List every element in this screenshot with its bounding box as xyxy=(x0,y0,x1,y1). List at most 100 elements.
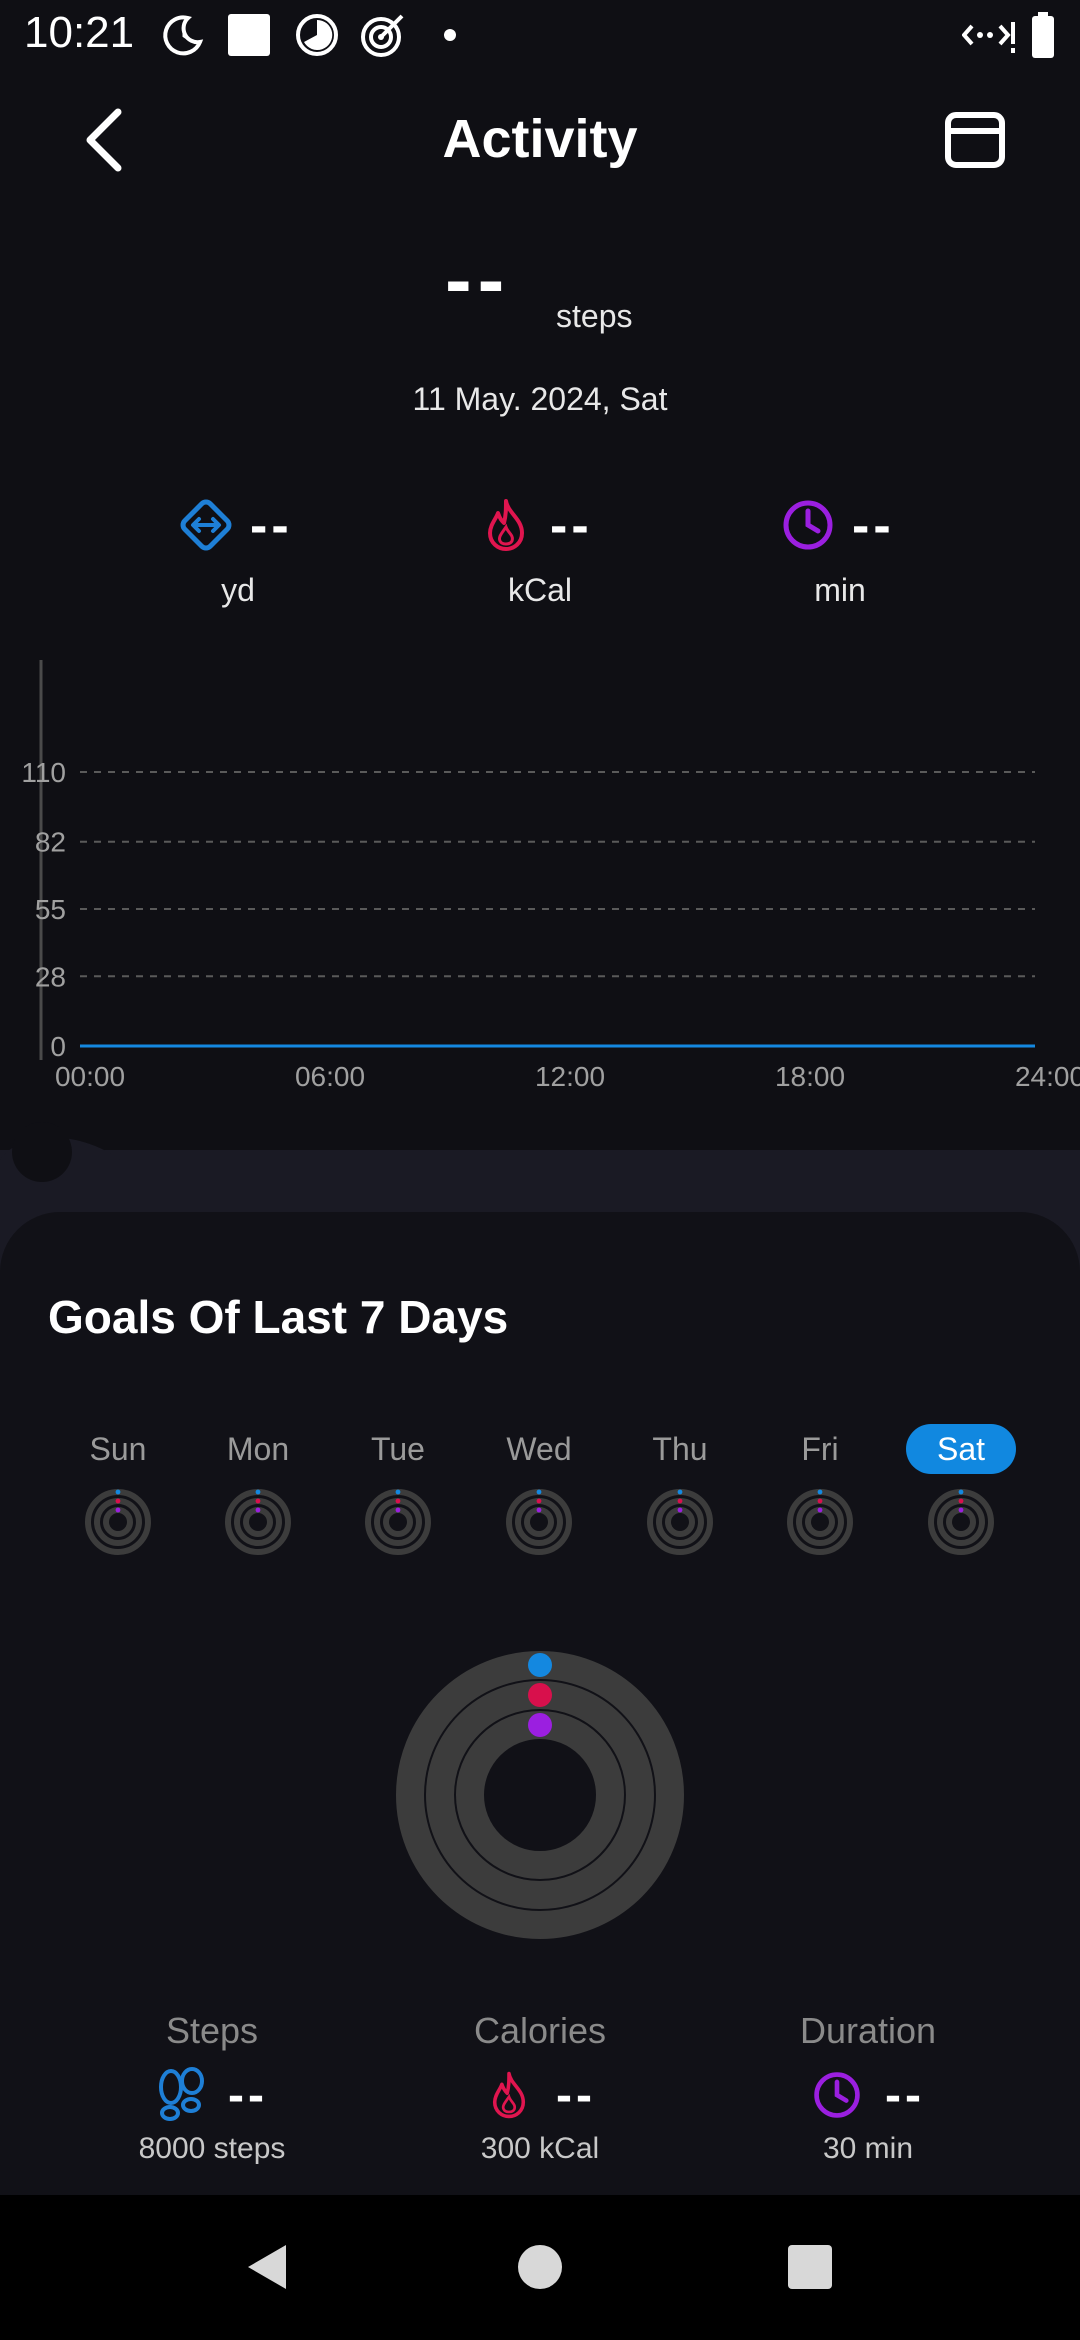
day-tab-thu[interactable]: Thu xyxy=(625,1424,735,1474)
distance-icon xyxy=(180,499,232,551)
day-ring-tue[interactable] xyxy=(363,1487,433,1557)
y-tick-label: 28 xyxy=(35,961,66,992)
clock-icon xyxy=(814,2072,860,2118)
steps-value: -- xyxy=(445,235,511,324)
home-nav-icon[interactable] xyxy=(516,2243,564,2291)
duration-ring xyxy=(805,1507,835,1537)
calories-ring-start xyxy=(958,1498,964,1504)
distance-value: -- xyxy=(250,497,293,555)
calendar-button[interactable] xyxy=(940,105,1010,175)
clock-icon xyxy=(783,500,833,550)
duration-goal-title: Duration xyxy=(799,2010,937,2051)
duration-ring xyxy=(383,1507,413,1537)
y-tick-label: 82 xyxy=(35,827,66,858)
duration-goal: Duration -- 30 min xyxy=(718,2010,1018,2166)
day-ring-wed[interactable] xyxy=(504,1487,574,1557)
calories-ring-start xyxy=(536,1498,542,1504)
calories-ring-start xyxy=(115,1498,121,1504)
duration-ring xyxy=(665,1507,695,1537)
day-tab-sun[interactable]: Sun xyxy=(63,1424,173,1474)
do-not-disturb-icon xyxy=(163,15,204,56)
square-icon xyxy=(228,14,270,56)
steps-goal-target: 8000 steps xyxy=(138,2132,286,2165)
activity-chart: 0 28 55 82 110 00:00 06:00 12:00 18:00 24:00 xyxy=(21,660,1080,1092)
duration-ring xyxy=(456,1711,624,1879)
calories-ring-start xyxy=(817,1498,823,1504)
duration-ring-start xyxy=(536,1507,542,1513)
steps-goal-value: -- xyxy=(228,2068,268,2122)
day-tab-tue[interactable]: Tue xyxy=(343,1424,453,1474)
day-ring-thu[interactable] xyxy=(645,1487,715,1557)
steps-ring-start xyxy=(395,1489,401,1495)
steps-ring-start xyxy=(817,1489,823,1495)
goals-title: Goals Of Last 7 Days xyxy=(48,1291,509,1343)
steps-ring-start xyxy=(255,1489,261,1495)
y-tick-label: 0 xyxy=(50,1031,66,1062)
steps-ring-start xyxy=(958,1489,964,1495)
duration-unit: min xyxy=(814,572,866,608)
y-tick-label: 110 xyxy=(21,757,66,788)
navigation-bar xyxy=(0,2195,1080,2340)
status-time: 10:21 xyxy=(24,8,135,57)
duration-ring xyxy=(524,1507,554,1537)
day-ring-sun[interactable] xyxy=(83,1487,153,1557)
calories-goal-target: 300 kCal xyxy=(480,2132,600,2165)
day-tab-sat[interactable]: Sat xyxy=(906,1424,1016,1474)
calories-ring-start xyxy=(395,1498,401,1504)
distance-unit: yd xyxy=(221,572,255,608)
x-tick-label: 00:00 xyxy=(55,1061,125,1092)
day-tab-mon[interactable]: Mon xyxy=(203,1424,313,1474)
day-tab-fri[interactable]: Fri xyxy=(765,1424,875,1474)
flame-icon xyxy=(492,2071,526,2119)
recents-nav-icon[interactable] xyxy=(786,2243,834,2291)
calories-goal: Calories -- 300 kCal xyxy=(390,2010,690,2166)
duration-ring-start xyxy=(115,1507,121,1513)
calories-ring-start xyxy=(528,1683,552,1707)
page-title: Activity xyxy=(442,109,638,169)
steps-goal: Steps -- 8000 steps xyxy=(62,2010,362,2166)
x-tick-label: 12:00 xyxy=(535,1061,605,1092)
timer-icon xyxy=(296,14,338,56)
duration-value: -- xyxy=(852,497,895,555)
day-ring-fri[interactable] xyxy=(785,1487,855,1557)
panel-handle-shape xyxy=(0,1122,1080,1220)
status-bar: 10:21 xyxy=(0,0,1080,72)
target-icon xyxy=(361,14,404,57)
flame-icon xyxy=(488,499,524,551)
day-ring-mon[interactable] xyxy=(223,1487,293,1557)
calories-goal-value: -- xyxy=(556,2068,596,2122)
steps-goal-title: Steps xyxy=(165,2010,259,2051)
duration-ring-start xyxy=(395,1507,401,1513)
x-tick-label: 24:00 xyxy=(1015,1061,1080,1092)
battery-icon xyxy=(1032,12,1054,58)
duration-ring-start xyxy=(677,1507,683,1513)
duration-ring xyxy=(103,1507,133,1537)
steps-unit: steps xyxy=(556,298,633,334)
dot-icon xyxy=(444,29,456,41)
back-nav-icon[interactable] xyxy=(242,2241,292,2293)
x-tick-label: 18:00 xyxy=(775,1061,845,1092)
calories-goal-title: Calories xyxy=(473,2010,607,2051)
goal-progress-ring xyxy=(396,1651,684,1939)
steps-ring-start xyxy=(677,1489,683,1495)
footprints-icon xyxy=(159,2067,205,2121)
x-tick-label: 06:00 xyxy=(295,1061,365,1092)
data-transfer-icon xyxy=(962,22,1015,53)
steps-ring-start xyxy=(115,1489,121,1495)
y-tick-label: 55 xyxy=(35,894,66,925)
calendar-icon xyxy=(945,112,1005,168)
calories-ring-start xyxy=(677,1498,683,1504)
day-ring-sat[interactable] xyxy=(926,1487,996,1557)
duration-ring-start xyxy=(817,1507,823,1513)
calories-ring-start xyxy=(255,1498,261,1504)
duration-ring-start xyxy=(255,1507,261,1513)
duration-ring xyxy=(946,1507,976,1537)
date-label: 11 May. 2024, Sat xyxy=(412,381,668,417)
duration-ring xyxy=(243,1507,273,1537)
day-tab-wed[interactable]: Wed xyxy=(484,1424,594,1474)
calories-unit: kCal xyxy=(507,572,572,608)
calories-value: -- xyxy=(550,497,593,555)
steps-ring-start xyxy=(536,1489,542,1495)
steps-ring-start xyxy=(528,1653,552,1677)
duration-goal-target: 30 min xyxy=(822,2132,914,2165)
